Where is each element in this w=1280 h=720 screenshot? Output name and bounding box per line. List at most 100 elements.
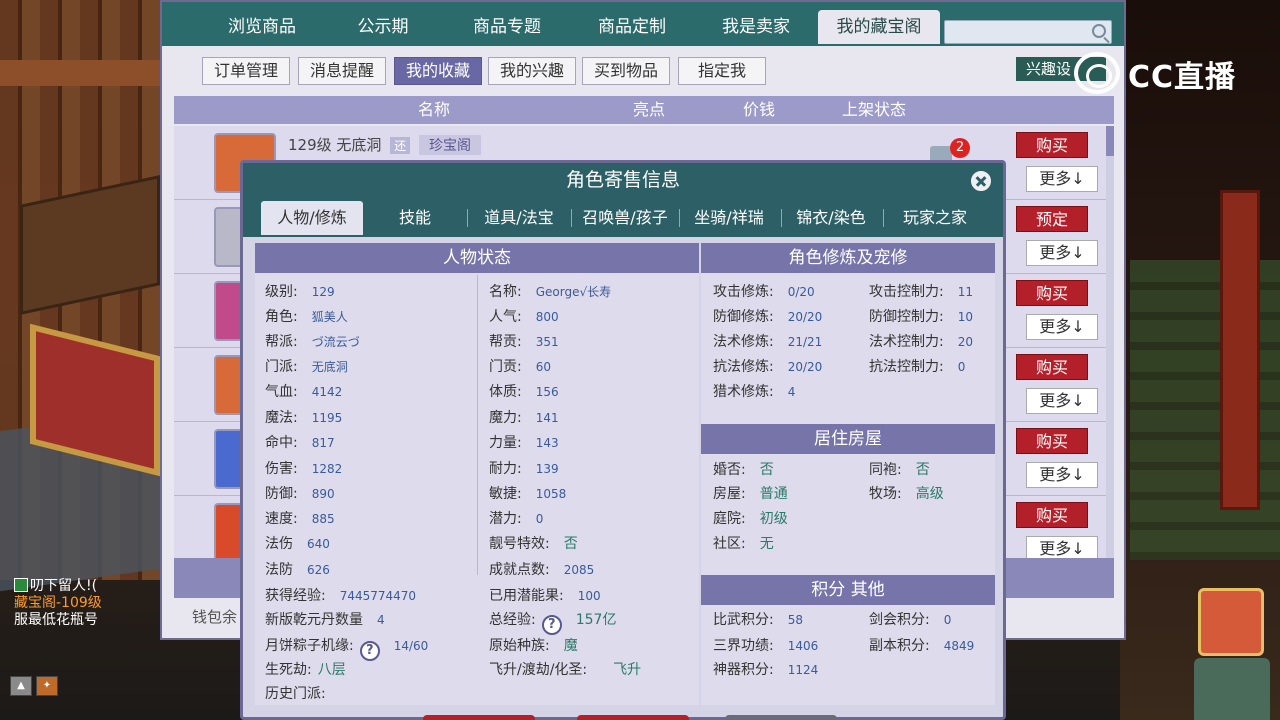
field-guild: 帮派: づ流云づ xyxy=(265,334,360,350)
more-button[interactable]: 更多↓ xyxy=(1026,314,1098,340)
field-guild-contribution: 帮贡: 351 xyxy=(489,334,559,350)
dialog-action-button[interactable] xyxy=(725,715,837,720)
chat-line[interactable]: 藏宝阁-109级 xyxy=(14,595,174,612)
cc-logo-icon xyxy=(1074,52,1120,94)
field-race: 原始种族: 魔 xyxy=(489,638,578,654)
buy-button[interactable]: 购买 xyxy=(1016,132,1088,158)
buy-button[interactable]: 购买 xyxy=(1016,280,1088,306)
field-magic-defense: 法防 626 xyxy=(265,562,330,578)
field-resist-control: 抗法控制力: 0 xyxy=(869,359,966,375)
chat-line: 叨下留人!( xyxy=(14,578,174,595)
help-icon[interactable]: ? xyxy=(541,615,562,635)
header-price: 价钱 xyxy=(742,100,775,119)
table-header: 名称 亮点 价钱 上架状态 xyxy=(174,96,1114,124)
dialog-action-button[interactable] xyxy=(423,715,535,720)
more-button[interactable]: 更多↓ xyxy=(1026,462,1098,488)
tab-custom[interactable]: 商品定制 xyxy=(570,10,694,44)
tab-public[interactable]: 公示期 xyxy=(324,10,442,44)
field-attack-cultivation: 攻击修炼: 0/20 xyxy=(713,284,815,300)
field-magic-cultivation: 法术修炼: 21/21 xyxy=(713,334,823,350)
scroll-thumb[interactable] xyxy=(1106,126,1114,156)
search-input[interactable] xyxy=(944,20,1112,44)
status-panel-title: 人物状态 xyxy=(255,243,699,273)
reserve-button[interactable]: 预定 xyxy=(1016,206,1088,232)
more-button[interactable]: 更多↓ xyxy=(1026,536,1098,558)
tab-seller[interactable]: 我是卖家 xyxy=(694,10,818,44)
field-agility: 敏捷: 1058 xyxy=(489,486,567,502)
tab-my-treasure[interactable]: 我的藏宝阁 xyxy=(818,10,940,44)
more-button[interactable]: 更多↓ xyxy=(1026,240,1098,266)
chat-controls: ▲ ✦ xyxy=(10,676,58,696)
field-qianyuan: 新版乾元丹数量 4 xyxy=(265,612,385,628)
column-divider xyxy=(477,275,478,575)
search-icon[interactable] xyxy=(1092,24,1106,38)
tab-topics[interactable]: 商品专题 xyxy=(444,10,570,44)
field-speed: 速度: 885 xyxy=(265,511,335,527)
field-defense: 防御: 890 xyxy=(265,486,335,502)
subtab-favorites[interactable]: 我的收藏 xyxy=(394,57,482,85)
tab-pets[interactable]: 召唤兽/孩子 xyxy=(573,201,677,235)
field-dungeon-points: 副本积分: 4849 xyxy=(869,638,975,654)
field-mooncake: 月饼粽子机缘:? 14/60 xyxy=(265,635,428,661)
header-status: 上架状态 xyxy=(841,100,906,119)
tab-outfits[interactable]: 锦衣/染色 xyxy=(781,201,881,235)
buy-button[interactable]: 购买 xyxy=(1016,428,1088,454)
field-feisheng: 飞升/渡劫/化圣: 飞升 xyxy=(489,662,642,678)
field-special-number: 靓号特效: 否 xyxy=(489,536,578,552)
field-defense-cultivation: 防御修炼: 20/20 xyxy=(713,309,823,325)
field-damage: 伤害: 1282 xyxy=(265,461,343,477)
portrait-frame xyxy=(1194,658,1270,720)
subtab-messages[interactable]: 消息提醒 xyxy=(298,57,386,85)
field-constitution: 体质: 156 xyxy=(489,384,559,400)
tab-home[interactable]: 玩家之家 xyxy=(883,201,987,235)
field-magic-power: 魔力: 141 xyxy=(489,410,559,426)
field-artifact-points: 神器积分: 1124 xyxy=(713,662,819,678)
header-name: 名称 xyxy=(417,100,450,119)
player-portrait[interactable] xyxy=(1198,588,1264,656)
chat-text: 叨下留人!( xyxy=(30,578,98,594)
field-name: 名称: George√长寿 xyxy=(489,284,612,300)
field-magic-control: 法术控制力: 20 xyxy=(869,334,973,350)
field-yard: 庭院: 初级 xyxy=(713,511,788,527)
chat-up-icon[interactable]: ▲ xyxy=(10,676,32,696)
close-icon[interactable] xyxy=(969,169,993,193)
main-tabbar: 浏览商品 公示期 商品专题 商品定制 我是卖家 我的藏宝阁 xyxy=(162,2,1124,46)
watermark-text: CC直播 xyxy=(1128,60,1237,95)
tab-items[interactable]: 道具/法宝 xyxy=(471,201,567,235)
buy-button[interactable]: 购买 xyxy=(1016,354,1088,380)
table-scrollbar[interactable] xyxy=(1106,126,1114,558)
buy-button[interactable]: 购买 xyxy=(1016,502,1088,528)
field-school-contribution: 门贡: 60 xyxy=(489,359,551,375)
chat-line: 服最低花瓶号 xyxy=(14,612,98,628)
chat-panel: 叨下留人!( 藏宝阁-109级 服最低花瓶号 xyxy=(14,578,174,640)
tab-mounts[interactable]: 坐骑/祥瑞 xyxy=(679,201,779,235)
house-title: 居住房屋 xyxy=(701,424,995,454)
help-icon[interactable]: ? xyxy=(359,641,380,661)
field-exp: 获得经验: 7445774470 xyxy=(265,588,417,604)
field-total-exp: 总经验:? 157亿 xyxy=(489,609,616,635)
tab-skills[interactable]: 技能 xyxy=(367,201,463,235)
field-strength: 力量: 143 xyxy=(489,435,559,451)
tab-character[interactable]: 人物/修炼 xyxy=(261,201,363,235)
chat-emote-icon[interactable]: ✦ xyxy=(36,676,58,696)
dialog-title: 角色寄售信息 xyxy=(243,163,1003,197)
wallet-label: 钱包余 xyxy=(192,608,238,626)
chat-channel-icon xyxy=(14,578,28,592)
field-role: 角色: 狐美人 xyxy=(265,309,348,325)
more-button[interactable]: 更多↓ xyxy=(1026,166,1098,192)
field-hit: 命中: 817 xyxy=(265,435,335,451)
field-attack-control: 攻击控制力: 11 xyxy=(869,284,973,300)
subtab-interests[interactable]: 我的兴趣 xyxy=(488,57,576,85)
field-used-potential-fruit: 已用潜能果: 100 xyxy=(489,588,601,604)
subtab-assigned[interactable]: 指定我 xyxy=(678,57,766,85)
field-level: 级别: 129 xyxy=(265,284,335,300)
tab-browse[interactable]: 浏览商品 xyxy=(202,10,322,44)
more-button[interactable]: 更多↓ xyxy=(1026,388,1098,414)
subtab-orders[interactable]: 订单管理 xyxy=(202,57,290,85)
subtab-bought[interactable]: 买到物品 xyxy=(582,57,670,85)
tab-separator xyxy=(467,209,468,227)
field-pk-points: 比武积分: 58 xyxy=(713,612,803,628)
row-title: 129级 无底洞 还 珍宝阁 xyxy=(288,134,482,155)
dialog-action-button[interactable] xyxy=(577,715,689,720)
field-potential: 潜力: 0 xyxy=(489,511,544,527)
